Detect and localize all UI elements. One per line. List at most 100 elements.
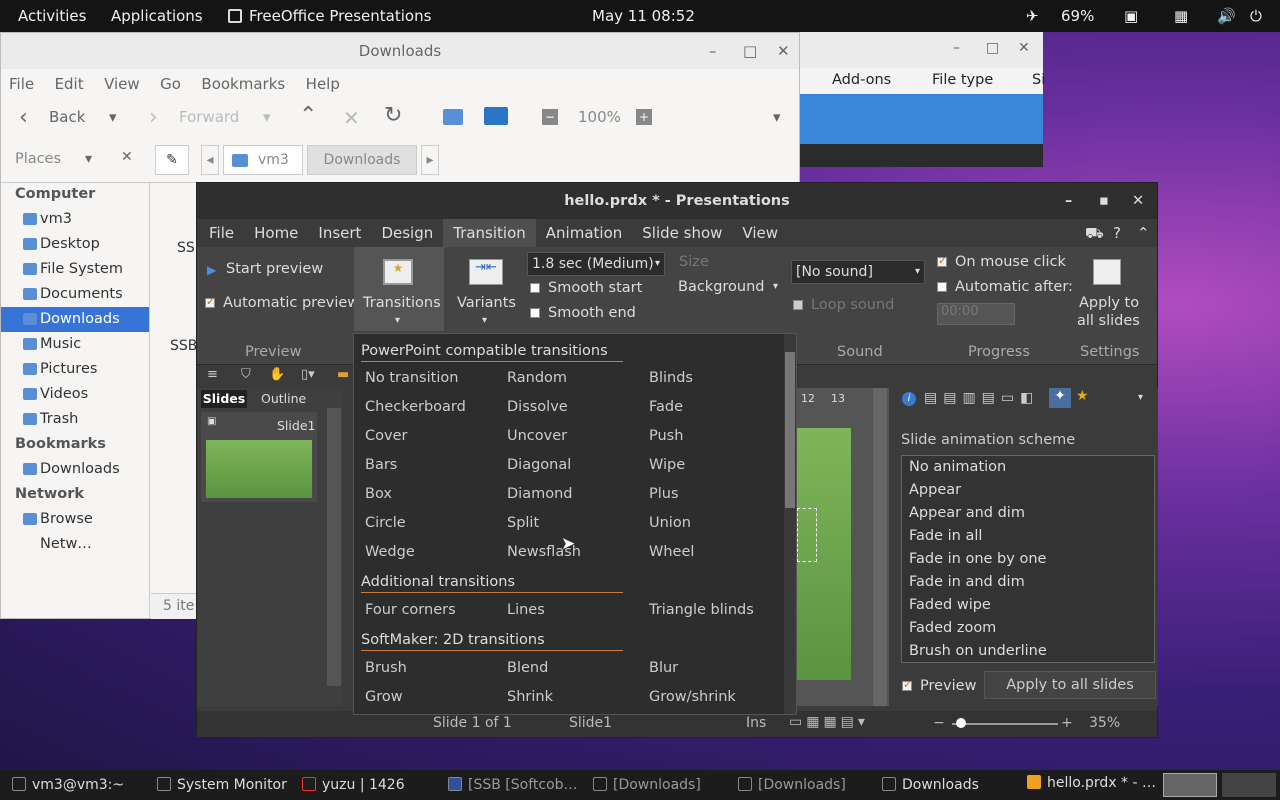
zoom-in-icon[interactable]: + [636,109,652,125]
transition-item[interactable]: Diamond [507,486,572,502]
cart-icon[interactable]: ⛟ [1085,219,1104,247]
places-label[interactable]: Places [15,151,61,167]
edit-path-icon[interactable]: ✎ [155,145,189,175]
transitions-button[interactable]: ★ Transitions ▾ [354,247,444,331]
animation-scheme-item[interactable]: Fade in one by one [902,548,1154,571]
transition-item[interactable]: Box [365,486,392,502]
transition-item[interactable]: Plus [649,486,679,502]
animation-scheme-item[interactable]: Appear [902,479,1154,502]
preview-checkbox[interactable]: Preview [902,678,976,694]
fm-menu-bookmarks[interactable]: Bookmarks [201,75,285,93]
transition-item[interactable]: Blinds [649,370,693,386]
apply-all-slides-button[interactable]: Apply to all slides [1069,247,1149,331]
chevron-down-icon[interactable]: ▾ [1138,392,1143,403]
transition-item[interactable]: Wipe [649,457,685,473]
variants-button[interactable]: ⇥⇤ Variants ▾ [451,247,523,331]
tab-outline[interactable]: Outline [261,391,306,406]
slide-thumb-item[interactable]: ▣ Slide1 [201,412,317,502]
close-icon[interactable]: ✕ [1018,40,1030,56]
zoom-out-icon[interactable]: − [542,109,558,125]
transition-item[interactable]: Dissolve [507,399,568,415]
info-icon[interactable]: i [902,392,916,406]
transition-item[interactable]: Push [649,428,683,444]
minimize-icon[interactable]: – [953,40,960,56]
star-icon[interactable]: ★ [1076,388,1089,404]
sound-select[interactable]: [No sound] ▾ [791,260,925,284]
sidebar-item[interactable]: vm3 [1,207,149,232]
up-icon[interactable]: ⌃ [299,103,317,128]
activities-button[interactable]: Activities [18,7,86,25]
fm-menu-view[interactable]: View [104,75,140,93]
transition-item[interactable]: Wedge [365,544,415,560]
help-icon[interactable]: ? [1113,219,1121,247]
applications-menu[interactable]: Applications [111,7,203,25]
menu-home[interactable]: Home [244,219,308,247]
column-size[interactable]: Si [1032,72,1045,88]
transition-item[interactable]: Bars [365,457,397,473]
background-select[interactable]: Background [678,279,765,295]
transition-item[interactable]: Split [507,515,539,531]
task-downloads-3[interactable]: Downloads [882,777,979,793]
zoom-in-icon[interactable]: + [1061,715,1073,731]
path-vm3[interactable]: vm3 [223,145,303,175]
column-addons[interactable]: Add-ons [832,72,891,88]
sidebar-item[interactable]: Documents [1,282,149,307]
computer-icon[interactable] [484,107,508,125]
start-preview-button[interactable]: Start preview [226,261,323,277]
path-downloads[interactable]: Downloads [307,145,417,175]
maximize-icon[interactable]: □ [743,33,757,69]
transition-item[interactable]: Triangle blinds [649,602,754,618]
path-left-icon[interactable]: ◂ [201,145,219,175]
status-ins[interactable]: Ins [746,715,766,731]
filter-icon[interactable]: ⛉ [241,367,251,382]
transition-item[interactable]: Wheel [649,544,694,560]
stop-icon[interactable]: ✕ [343,106,360,130]
animation-scheme-item[interactable]: Brush on underline [902,640,1154,662]
transition-item[interactable]: Cover [365,428,407,444]
task-downloads-2[interactable]: [Downloads] [738,777,846,793]
transition-item[interactable]: Grow/shrink [649,689,736,705]
sidebar-item[interactable]: Downloads [1,307,149,332]
canvas-scrollbar[interactable] [873,388,887,706]
transition-item[interactable]: Fade [649,399,683,415]
maximize-icon[interactable]: ▪ [1099,183,1109,219]
time-input[interactable]: 00:00 [937,303,1015,325]
slides-scrollbar[interactable] [327,408,341,686]
network-icon[interactable]: ✈ [1026,7,1039,25]
automatic-preview-checkbox[interactable]: Automatic preview [205,295,359,311]
task-downloads-1[interactable]: [Downloads] [593,777,701,793]
forward-arrow-icon[interactable]: › [149,105,158,130]
fm-menu-go[interactable]: Go [160,75,181,93]
task-terminal[interactable]: vm3@vm3:~ [12,777,124,793]
forward-dropdown-icon[interactable]: ▾ [263,108,271,126]
menu-file[interactable]: File [199,219,244,247]
fm-menu-file[interactable]: File [9,75,34,93]
grid-icon[interactable]: ▦ [1174,7,1188,25]
smooth-start-checkbox[interactable]: Smooth start [530,280,642,296]
column-filetype[interactable]: File type [932,72,993,88]
forward-button[interactable]: Forward [179,108,239,126]
view-mode-icons[interactable]: ▭▦▦▤▾ [789,714,869,730]
sidebar-item[interactable]: Browse Netw… [1,507,149,552]
transition-item[interactable]: Circle [365,515,406,531]
minimize-icon[interactable]: – [709,33,717,69]
folder-icon[interactable]: ▬ [337,367,349,382]
zoom-slider-handle[interactable] [956,718,966,728]
task-ssb[interactable]: [SSB [Softcob… [448,777,578,793]
volume-icon[interactable]: 🔊 [1217,7,1236,25]
file-item[interactable]: SSB [170,338,197,354]
minimize-icon[interactable]: – [1065,183,1072,219]
power-icon[interactable]: ⏻ [1250,7,1262,25]
sidebar-item[interactable]: Desktop [1,232,149,257]
fm-menu-dropdown-icon[interactable]: ▾ [773,108,781,126]
transition-item[interactable]: Uncover [507,428,567,444]
clock[interactable]: May 11 08:52 [592,7,695,25]
places-dropdown-icon[interactable]: ▾ [85,151,92,167]
fm-menu-help[interactable]: Help [306,75,340,93]
close-icon[interactable]: ✕ [1132,183,1144,219]
list-icon[interactable]: ≡ [207,367,218,382]
sidebar-item[interactable]: Music [1,332,149,357]
transition-item[interactable]: Lines [507,602,545,618]
animation-scheme-item[interactable]: Fade in all [902,525,1154,548]
transition-item[interactable]: Diagonal [507,457,571,473]
